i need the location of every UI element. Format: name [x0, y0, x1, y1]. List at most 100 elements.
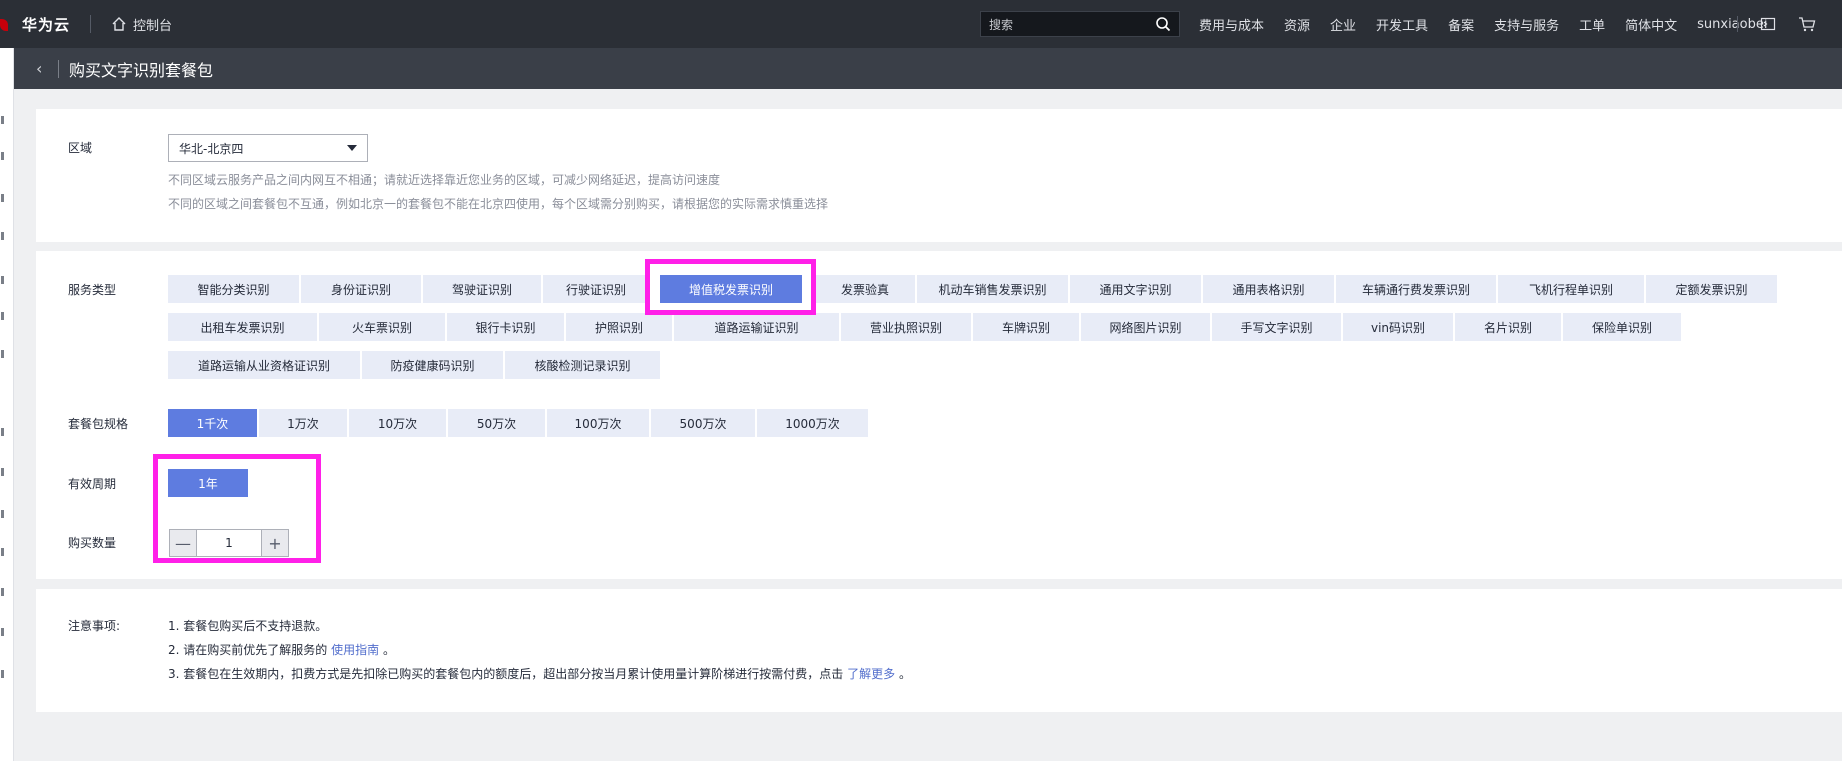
spec-option[interactable]: 500万次	[651, 409, 755, 437]
terminal-icon[interactable]	[1760, 16, 1776, 32]
spec-option[interactable]: 50万次	[448, 409, 545, 437]
service-option[interactable]: 车牌识别	[973, 313, 1079, 341]
note-2: 2. 请在购买前优先了解服务的 使用指南 。	[168, 641, 395, 658]
service-option[interactable]: 飞机行程单识别	[1498, 275, 1644, 303]
region-label: 区域	[68, 141, 93, 155]
divider	[90, 15, 92, 33]
service-option[interactable]: 护照识别	[566, 313, 672, 341]
period-label: 有效周期	[68, 477, 117, 491]
menu-icon[interactable]	[1, 312, 4, 320]
service-type-label: 服务类型	[68, 283, 117, 297]
notes-panel: 注意事项: 1. 套餐包购买后不支持退款。 2. 请在购买前优先了解服务的 使用…	[36, 589, 1842, 712]
service-option[interactable]: 身份证识别	[301, 275, 421, 303]
home-icon	[112, 17, 126, 31]
service-option[interactable]: vin码识别	[1343, 313, 1453, 341]
nav-language[interactable]: 简体中文	[1625, 15, 1677, 34]
cart-icon[interactable]	[1798, 16, 1816, 32]
huawei-logo-icon	[0, 17, 10, 31]
menu-icon[interactable]	[1, 510, 4, 518]
note-3: 3. 套餐包在生效期内，扣费方式是先扣除已购买的套餐包内的额度后，超出部分按当月…	[168, 665, 911, 682]
region-select[interactable]: 华北-北京四	[168, 134, 368, 162]
menu-icon[interactable]	[1, 428, 4, 436]
menu-icon[interactable]	[1, 468, 4, 476]
service-option[interactable]: 营业执照识别	[841, 313, 971, 341]
service-option[interactable]: 银行卡识别	[447, 313, 564, 341]
note-1: 1. 套餐包购买后不支持退款。	[168, 617, 327, 634]
service-option[interactable]: 定额发票识别	[1646, 275, 1777, 303]
spec-option[interactable]: 1万次	[259, 409, 347, 437]
menu-icon[interactable]	[1, 276, 4, 284]
service-option[interactable]: 核酸检测记录识别	[505, 351, 660, 379]
menu-icon[interactable]	[1, 152, 4, 160]
nav-links: 费用与成本 资源 企业 开发工具 备案 支持与服务 工单 简体中文 sunxia…	[1199, 0, 1787, 48]
console-label: 控制台	[133, 18, 173, 34]
back-arrow-icon[interactable]: ‹	[36, 59, 48, 78]
logo[interactable]: 华为云	[0, 0, 70, 48]
divider	[58, 59, 59, 78]
nav-enterprise[interactable]: 企业	[1330, 15, 1356, 34]
menu-icon[interactable]	[1, 350, 4, 358]
highlight-box	[153, 454, 321, 563]
notes-label: 注意事项:	[68, 619, 121, 633]
spec-option[interactable]: 10万次	[349, 409, 446, 437]
console-link[interactable]: 控制台	[111, 15, 172, 34]
service-option[interactable]: 驾驶证识别	[423, 275, 541, 303]
nav-tickets[interactable]: 工单	[1579, 15, 1605, 34]
spec-option[interactable]: 100万次	[547, 409, 649, 437]
highlight-box	[645, 259, 816, 315]
service-option[interactable]: 防疫健康码识别	[362, 351, 503, 379]
service-option[interactable]: 名片识别	[1455, 313, 1561, 341]
note-1-text: 1. 套餐包购买后不支持退款。	[168, 619, 328, 633]
options-panel: 服务类型 智能分类识别 身份证识别 驾驶证识别 行驶证识别 增值税发票识别 发票…	[36, 251, 1842, 579]
spec-option[interactable]: 1000万次	[757, 409, 868, 437]
menu-icon[interactable]	[1, 628, 4, 636]
note-2-text: 2. 请在购买前优先了解服务的	[168, 643, 328, 657]
service-option[interactable]: 火车票识别	[319, 313, 445, 341]
page-title: 购买文字识别套餐包	[69, 60, 214, 80]
service-option[interactable]: 通用表格识别	[1203, 275, 1334, 303]
service-option[interactable]: 保险单识别	[1563, 313, 1681, 341]
top-navbar: 华为云 控制台 搜索 费用与成本 资源 企业 开发工具 备案 支持与服务 工单 …	[0, 0, 1842, 48]
note-2-suffix: 。	[382, 643, 395, 657]
region-panel: 区域 华北-北京四 不同区域云服务产品之间内网互不相通；请就近选择靠近您业务的区…	[36, 109, 1842, 242]
caret-down-icon	[347, 145, 357, 151]
region-hint-1: 不同区域云服务产品之间内网互不相通；请就近选择靠近您业务的区域，可减少网络延迟，…	[168, 173, 721, 187]
nav-resources[interactable]: 资源	[1284, 15, 1310, 34]
learn-more-link[interactable]: 了解更多	[847, 667, 895, 681]
service-option[interactable]: 发票验真	[815, 275, 915, 303]
side-collapsed-menu	[0, 48, 14, 761]
service-option[interactable]: 出租车发票识别	[168, 313, 317, 341]
nav-filing[interactable]: 备案	[1448, 15, 1474, 34]
service-option[interactable]: 手写文字识别	[1212, 313, 1341, 341]
menu-icon[interactable]	[1, 548, 4, 556]
service-option[interactable]: 车辆通行费发票识别	[1336, 275, 1496, 303]
region-hint-2: 不同的区域之间套餐包不互通，例如北京一的套餐包不能在北京四使用，每个区域需分别购…	[168, 197, 829, 211]
region-value: 华北-北京四	[179, 141, 244, 156]
service-option[interactable]: 行驶证识别	[543, 275, 649, 303]
service-option[interactable]: 道路运输证识别	[674, 313, 839, 341]
service-option[interactable]: 机动车销售发票识别	[917, 275, 1068, 303]
menu-icon[interactable]	[1, 116, 4, 124]
search-icon[interactable]	[1155, 16, 1171, 32]
service-option[interactable]: 智能分类识别	[168, 275, 299, 303]
menu-icon[interactable]	[1, 670, 4, 678]
search-input[interactable]: 搜索	[980, 11, 1180, 37]
service-option[interactable]: 网络图片识别	[1081, 313, 1210, 341]
usage-guide-link[interactable]: 使用指南	[331, 643, 379, 657]
menu-icon[interactable]	[1, 588, 4, 596]
note-3-text: 3. 套餐包在生效期内，扣费方式是先扣除已购买的套餐包内的额度后，超出部分按当月…	[168, 667, 844, 681]
menu-icon[interactable]	[1, 194, 4, 202]
nav-support[interactable]: 支持与服务	[1494, 15, 1559, 34]
menu-icon[interactable]	[1, 232, 4, 240]
nav-billing[interactable]: 费用与成本	[1199, 15, 1264, 34]
service-option[interactable]: 通用文字识别	[1070, 275, 1201, 303]
divider	[1737, 16, 1738, 32]
service-option[interactable]: 道路运输从业资格证识别	[168, 351, 360, 379]
spec-label: 套餐包规格	[68, 417, 129, 431]
spec-option-selected[interactable]: 1千次	[168, 409, 257, 437]
nav-dev-tools[interactable]: 开发工具	[1376, 15, 1428, 34]
search-placeholder: 搜索	[989, 17, 1014, 32]
page-header: ‹ 购买文字识别套餐包	[14, 48, 1842, 89]
quantity-label: 购买数量	[68, 536, 117, 550]
brand-name: 华为云	[22, 15, 71, 34]
